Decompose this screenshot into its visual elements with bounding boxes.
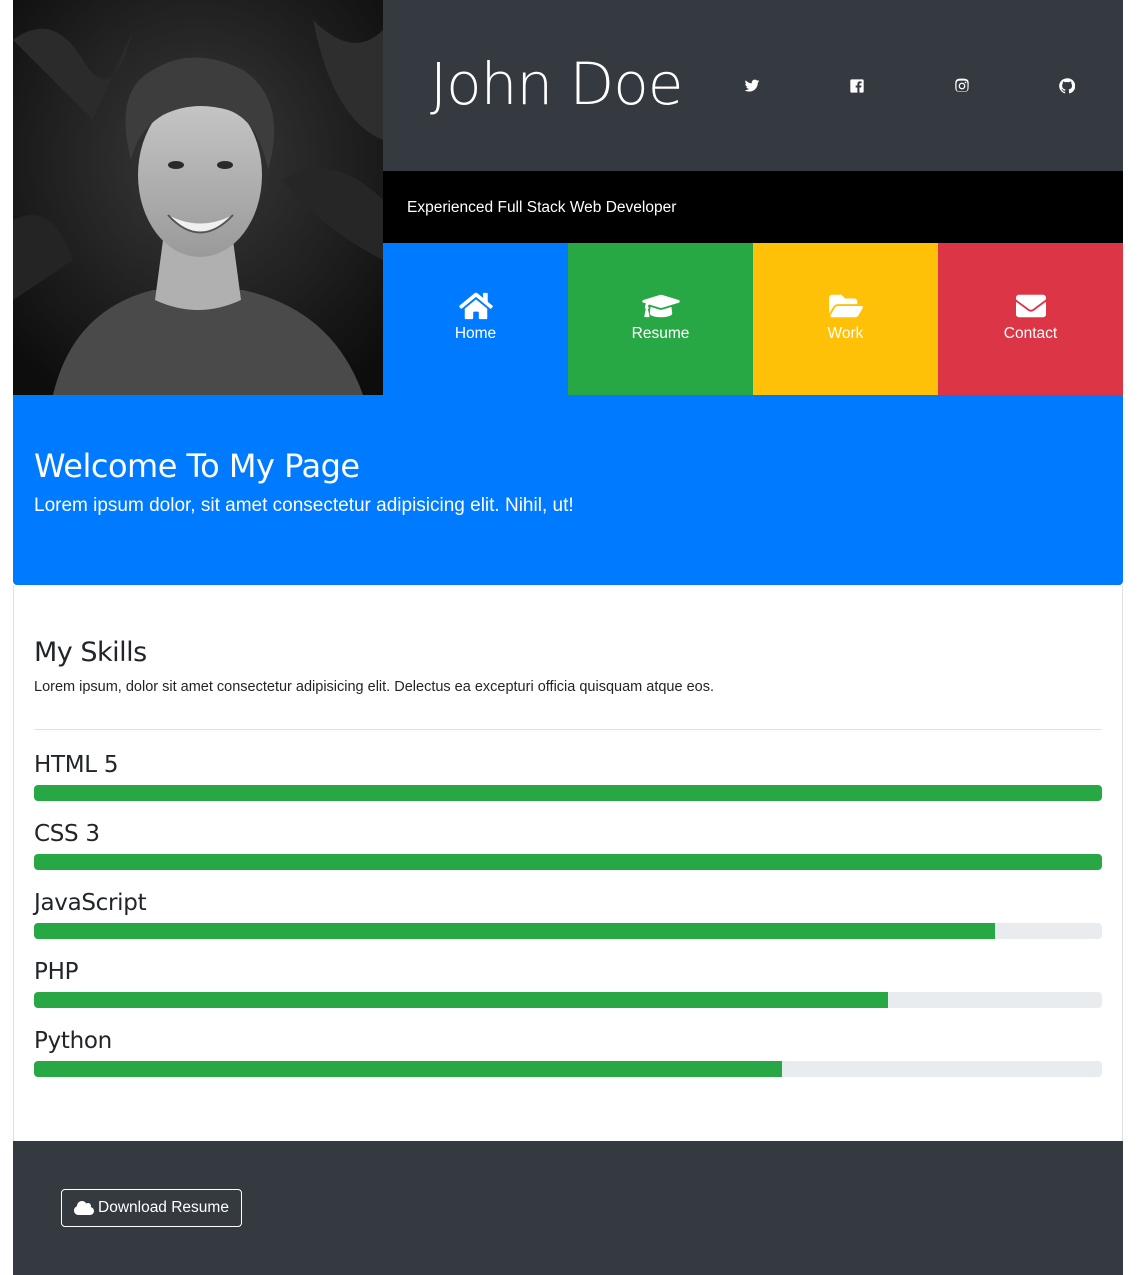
twitter-icon[interactable] xyxy=(742,77,762,95)
nav-label-contact: Contact xyxy=(1003,325,1058,342)
skills-intro: Lorem ipsum, dolor sit amet consectetur … xyxy=(34,679,714,695)
nav-tile-home[interactable]: Home xyxy=(383,243,568,395)
welcome-jumbotron: Welcome To My Page Lorem ipsum dolor, si… xyxy=(13,395,1123,585)
page: John Doe Experienced Full Stack Web Deve… xyxy=(13,0,1123,1275)
skill-progress-bar xyxy=(34,854,1102,870)
skills-section: My Skills Lorem ipsum, dolor sit amet co… xyxy=(13,585,1123,1141)
nav-tiles: Home Resume Work Contact xyxy=(383,243,1123,395)
skill-name: JavaScript xyxy=(34,890,147,916)
skill-progress-fill xyxy=(34,785,1102,801)
skill-name: HTML 5 xyxy=(34,752,119,778)
person-name: John Doe xyxy=(430,50,683,118)
folder-open-icon xyxy=(828,294,863,318)
skill-progress-bar xyxy=(34,923,1102,939)
skill-name: CSS 3 xyxy=(34,821,100,847)
facebook-icon[interactable] xyxy=(847,77,867,95)
skill-progress-bar xyxy=(34,992,1102,1008)
nav-tile-resume[interactable]: Resume xyxy=(568,243,753,395)
skill-item: JavaScript xyxy=(34,886,1102,939)
instagram-icon[interactable] xyxy=(952,77,972,95)
nav-tile-contact[interactable]: Contact xyxy=(938,243,1123,395)
skills-title: My Skills xyxy=(34,637,147,668)
cloud-icon xyxy=(74,1201,94,1215)
home-icon xyxy=(458,292,493,320)
skill-progress-fill xyxy=(34,854,1102,870)
skill-progress-fill xyxy=(34,992,889,1008)
nav-label-home: Home xyxy=(454,325,497,342)
skill-item: CSS 3 xyxy=(34,817,1102,870)
tagline-bar: Experienced Full Stack Web Developer xyxy=(383,171,1123,243)
nav-label-work: Work xyxy=(827,325,864,342)
envelope-icon xyxy=(1015,294,1046,318)
header-right: John Doe Experienced Full Stack Web Deve… xyxy=(383,0,1123,395)
skill-item: HTML 5 xyxy=(34,748,1102,801)
profile-photo xyxy=(13,0,383,395)
nav-label-resume: Resume xyxy=(631,325,690,342)
graduation-cap-icon xyxy=(641,294,680,318)
header: John Doe Experienced Full Stack Web Deve… xyxy=(13,0,1123,395)
divider xyxy=(34,729,1102,730)
skill-progress-bar xyxy=(34,1061,1102,1077)
footer: Download Resume xyxy=(13,1141,1123,1275)
skill-item: PHP xyxy=(34,955,1102,1008)
github-icon[interactable] xyxy=(1057,77,1077,95)
welcome-text: Lorem ipsum dolor, sit amet consectetur … xyxy=(34,495,574,516)
skill-item: Python xyxy=(34,1024,1102,1077)
welcome-title: Welcome To My Page xyxy=(34,447,360,485)
name-bar: John Doe xyxy=(383,0,1123,171)
skill-name: Python xyxy=(34,1028,112,1054)
download-resume-label: Download Resume xyxy=(98,1199,229,1216)
skill-progress-fill xyxy=(34,1061,782,1077)
skill-name: PHP xyxy=(34,959,79,985)
nav-tile-work[interactable]: Work xyxy=(753,243,938,395)
download-resume-button[interactable]: Download Resume xyxy=(61,1189,242,1227)
skill-progress-fill xyxy=(34,923,996,939)
tagline: Experienced Full Stack Web Developer xyxy=(407,199,677,216)
skill-progress-bar xyxy=(34,785,1102,801)
